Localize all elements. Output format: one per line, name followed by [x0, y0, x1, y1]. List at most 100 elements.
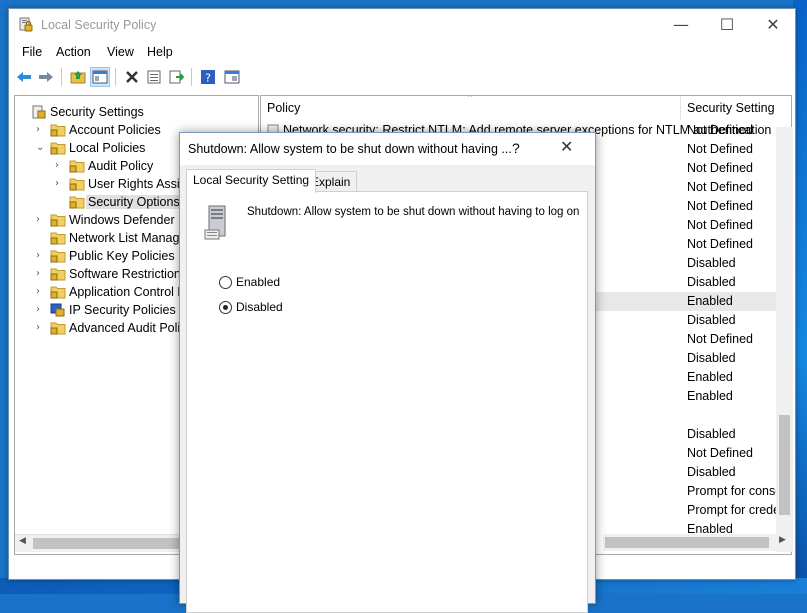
- list-vertical-scrollbar[interactable]: [776, 127, 793, 552]
- properties-icon[interactable]: [144, 67, 164, 87]
- policy-properties-dialog: Shutdown: Allow system to be shut down w…: [179, 132, 596, 613]
- policy-setting: Disabled: [687, 351, 736, 365]
- folder-icon: [69, 159, 85, 173]
- toolbar-separator: [115, 68, 116, 86]
- expand-icon[interactable]: ›: [36, 250, 46, 264]
- policy-setting: Disabled: [687, 465, 736, 479]
- policy-setting: Not Defined: [687, 142, 754, 156]
- delete-icon[interactable]: [122, 67, 142, 87]
- menu-help[interactable]: Help: [147, 45, 173, 59]
- folder-icon: [50, 249, 66, 263]
- expand-icon[interactable]: ›: [36, 214, 46, 228]
- menu-view[interactable]: View: [107, 45, 134, 59]
- close-window-button[interactable]: ✕: [750, 9, 796, 40]
- dialog-title-bar: Shutdown: Allow system to be shut down w…: [180, 133, 595, 165]
- tree-item-label[interactable]: Local Policies: [67, 141, 147, 155]
- tab-page: Shutdown: Allow system to be shut down w…: [186, 191, 588, 613]
- folder-icon: [69, 177, 85, 191]
- folder-icon: [50, 321, 66, 335]
- toolbar-separator: [61, 68, 62, 86]
- folder-icon: [50, 231, 66, 245]
- expand-icon[interactable]: ›: [36, 304, 46, 318]
- security-policy-icon: [19, 17, 33, 32]
- policy-setting: Not Defined: [687, 123, 754, 137]
- folder-icon: [50, 285, 66, 299]
- radio-disabled-label[interactable]: Disabled: [236, 300, 283, 314]
- column-header-setting[interactable]: Security Setting: [681, 96, 791, 120]
- tab-local-security-setting[interactable]: Local Security Setting: [186, 169, 317, 193]
- scroll-thumb[interactable]: [33, 538, 183, 549]
- expand-icon[interactable]: ›: [55, 178, 65, 192]
- radio-enabled-label[interactable]: Enabled: [236, 275, 280, 289]
- policy-setting: Not Defined: [687, 199, 754, 213]
- dialog-help-button[interactable]: ?: [512, 140, 520, 156]
- policy-setting: Not Defined: [687, 180, 754, 194]
- dialog-close-icon[interactable]: ✕: [560, 137, 573, 156]
- expand-icon: [36, 232, 46, 246]
- radio-disabled[interactable]: Disabled: [219, 300, 419, 318]
- expand-icon[interactable]: ›: [36, 286, 46, 300]
- tree-item-label[interactable]: Security Settings: [48, 105, 146, 119]
- sort-arrow-icon: ⌃: [466, 95, 474, 104]
- folder-icon: [50, 213, 66, 227]
- folder-icon: [50, 141, 66, 155]
- minimize-button[interactable]: —: [658, 9, 704, 40]
- policy-setting: Disabled: [687, 313, 736, 327]
- policy-setting: Disabled: [687, 256, 736, 270]
- menu-bar: File Action View Help: [9, 42, 795, 62]
- show-tree-icon[interactable]: [90, 67, 110, 87]
- policy-setting: Enabled: [687, 294, 733, 308]
- dialog-title: Shutdown: Allow system to be shut down w…: [188, 142, 512, 156]
- details-icon[interactable]: [222, 67, 242, 87]
- policy-setting: Not Defined: [687, 446, 754, 460]
- tree-item[interactable]: Security Settings: [15, 104, 258, 122]
- export-icon[interactable]: [166, 67, 186, 87]
- folder-icon: [50, 267, 66, 281]
- policy-setting: Not Defined: [687, 218, 754, 232]
- help-icon[interactable]: ?: [198, 67, 218, 87]
- policy-setting: Not Defined: [687, 237, 754, 251]
- folder-icon: [69, 195, 85, 209]
- back-icon[interactable]: [14, 67, 34, 87]
- title-bar: Local Security Policy — ☐ ✕: [9, 9, 795, 40]
- settings-icon: [31, 105, 47, 119]
- expand-icon: [55, 196, 65, 210]
- maximize-button[interactable]: ☐: [704, 9, 750, 40]
- window-title: Local Security Policy: [41, 18, 157, 32]
- menu-action[interactable]: Action: [56, 45, 91, 59]
- toolbar: ?: [9, 65, 795, 89]
- toolbar-separator: [191, 68, 192, 86]
- expand-icon[interactable]: ›: [36, 322, 46, 336]
- expand-icon[interactable]: ›: [36, 124, 46, 138]
- scroll-left-icon[interactable]: ◀: [19, 536, 26, 546]
- tree-item-label[interactable]: Public Key Policies: [67, 249, 177, 263]
- radio-enabled[interactable]: Enabled: [219, 275, 419, 293]
- menu-file[interactable]: File: [22, 45, 42, 59]
- policy-setting: Disabled: [687, 275, 736, 289]
- policy-setting: Enabled: [687, 370, 733, 384]
- scroll-right-icon[interactable]: ▶: [779, 535, 786, 545]
- folder-icon: [50, 123, 66, 137]
- collapse-icon[interactable]: ⌄: [36, 142, 46, 156]
- ipsec-icon: [50, 303, 66, 317]
- scroll-thumb[interactable]: [605, 537, 769, 548]
- policy-setting: Not Defined: [687, 332, 754, 346]
- tree-item-label[interactable]: Audit Policy: [86, 159, 155, 173]
- expand-icon[interactable]: ›: [36, 268, 46, 282]
- svg-text:?: ?: [205, 72, 211, 85]
- scroll-thumb[interactable]: [779, 415, 790, 515]
- expand-icon[interactable]: ›: [55, 160, 65, 174]
- radio-circle[interactable]: [219, 276, 232, 289]
- tree-item-label[interactable]: Account Policies: [67, 123, 163, 137]
- radio-circle[interactable]: [219, 301, 232, 314]
- computer-icon: [204, 205, 226, 240]
- up-folder-icon[interactable]: [68, 67, 88, 87]
- tree-item-label[interactable]: Security Options: [86, 195, 182, 209]
- policy-setting: Disabled: [687, 427, 736, 441]
- list-horizontal-scrollbar[interactable]: ▶: [603, 534, 791, 551]
- policy-setting: Enabled: [687, 389, 733, 403]
- policy-description: Shutdown: Allow system to be shut down w…: [247, 206, 580, 218]
- policy-setting: Not Defined: [687, 161, 754, 175]
- expand-icon: [17, 106, 27, 120]
- forward-icon[interactable]: [36, 67, 56, 87]
